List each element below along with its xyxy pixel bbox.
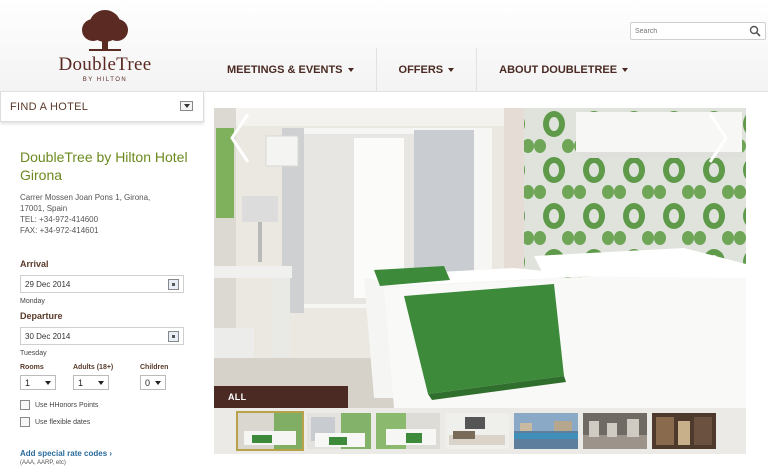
album-label: ALL (228, 392, 247, 402)
calendar-icon[interactable] (168, 331, 179, 342)
thumbnail-7[interactable] (652, 413, 716, 449)
hhonors-label: Use HHonors Points (35, 402, 99, 409)
rooms-label: Rooms (20, 364, 44, 371)
chevron-down-icon (347, 68, 354, 72)
doubletree-logo[interactable]: DoubleTree BY HILTON (40, 8, 170, 88)
hotel-address: Carrer Mossen Joan Pons 1, Girona, 17001… (20, 192, 150, 236)
search-input[interactable] (635, 24, 743, 38)
nav-meetings-events[interactable]: MEETINGS & EVENTS (205, 48, 377, 92)
main-nav: MEETINGS & EVENTS OFFERS ABOUT DOUBLETRE… (205, 48, 650, 92)
brand-sub: BY HILTON (82, 77, 128, 83)
chevron-down-icon (45, 381, 51, 385)
nav-label: OFFERS (398, 64, 444, 76)
brand-name: DoubleTree (58, 54, 152, 75)
tree-logo-icon (82, 10, 128, 51)
children-label: Children (140, 364, 169, 371)
chevron-down-icon (448, 68, 455, 72)
nav-about-doubletree[interactable]: ABOUT DOUBLETREE (477, 48, 650, 92)
hotel-tel: TEL: +34-972-414600 (20, 215, 99, 224)
adults-select[interactable]: 1 (73, 375, 109, 390)
nav-offers[interactable]: OFFERS (377, 48, 478, 92)
calendar-icon[interactable] (168, 279, 179, 290)
thumbnail-1[interactable] (236, 411, 304, 451)
search-box (630, 22, 766, 40)
arrival-date-value: 29 Dec 2014 (25, 280, 71, 289)
hotel-fax: FAX: +34-972-414601 (20, 226, 99, 235)
next-arrow-icon[interactable] (702, 108, 732, 168)
hero-room-photo (214, 108, 746, 408)
thumbnail-5[interactable] (514, 413, 578, 449)
address-line-2: 17001, Spain (20, 204, 68, 213)
address-line-1: Carrer Mossen Joan Pons 1, Girona, (20, 193, 151, 202)
thumbnail-strip (214, 408, 746, 454)
rooms-select[interactable]: 1 (20, 375, 56, 390)
site-header: DoubleTree BY HILTON MEETINGS & EVENTS O… (0, 0, 768, 92)
departure-label: Departure (20, 311, 63, 321)
thumbnail-6[interactable] (583, 413, 647, 449)
special-rates-link[interactable]: Add special rate codes › (20, 449, 112, 458)
search-icon[interactable] (749, 25, 761, 37)
chevron-down-icon (155, 381, 161, 385)
arrival-label: Arrival (20, 259, 49, 269)
flexible-dates-label: Use flexible dates (35, 419, 91, 426)
hotel-name: DoubleTree by Hilton Hotel Girona (20, 149, 188, 183)
rooms-value: 1 (25, 378, 31, 388)
chevron-down-icon (622, 68, 629, 72)
nav-label: ABOUT DOUBLETREE (499, 64, 618, 76)
thumbnail-4[interactable] (445, 413, 509, 449)
adults-label: Adults (18+) (73, 364, 114, 371)
children-select[interactable]: 0 (140, 375, 166, 390)
departure-date-field[interactable]: 30 Dec 2014 (20, 327, 184, 345)
adults-value: 1 (78, 378, 84, 388)
hhonors-checkbox[interactable] (20, 400, 30, 410)
chevron-down-icon[interactable] (180, 101, 193, 111)
special-rates-sub: (AAA, AARP, etc) (20, 460, 66, 466)
find-hotel-dropdown[interactable]: FIND A HOTEL (0, 92, 204, 122)
album-filter-bar[interactable]: ALL (214, 386, 348, 408)
thumbnail-3[interactable] (376, 413, 440, 449)
prev-arrow-icon[interactable] (226, 108, 256, 168)
room-photo-illustration (214, 108, 746, 408)
arrival-day: Monday (20, 298, 45, 305)
arrival-date-field[interactable]: 29 Dec 2014 (20, 275, 184, 293)
children-value: 0 (145, 378, 151, 388)
thumbnail-2[interactable] (307, 413, 371, 449)
find-hotel-label: FIND A HOTEL (10, 101, 89, 113)
flexible-dates-checkbox[interactable] (20, 417, 30, 427)
departure-day: Tuesday (20, 350, 47, 357)
chevron-down-icon (98, 381, 104, 385)
nav-label: MEETINGS & EVENTS (227, 64, 343, 76)
departure-date-value: 30 Dec 2014 (25, 332, 71, 341)
